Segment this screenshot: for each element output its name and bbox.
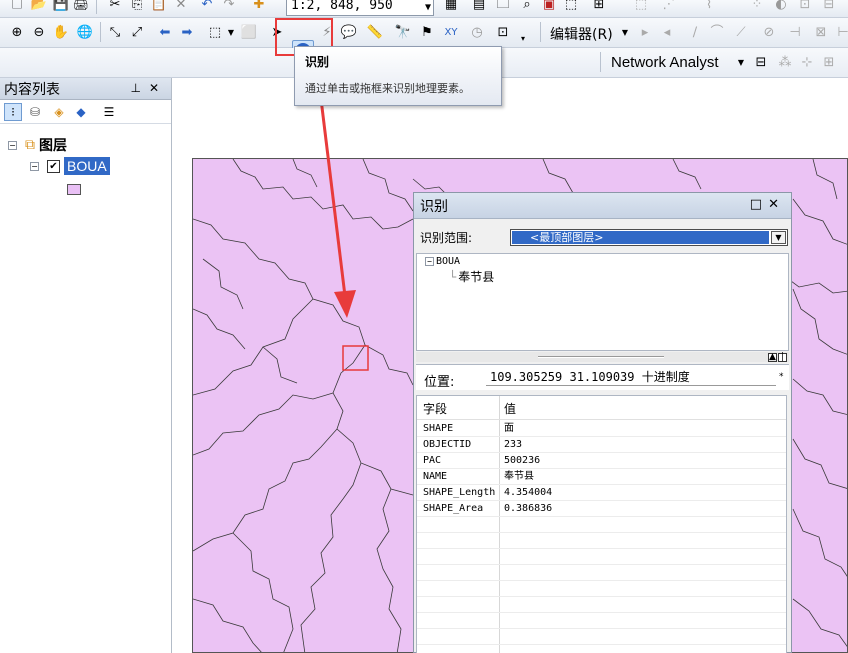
results-layer-row[interactable]: − BOUA [425,256,460,267]
field-name: SHAPE [423,423,454,434]
identify-window: 识别 □✕ 识别范围: <最顶部图层> ▼ − BOUA └ 奉节县 ▲ | 位置… [413,192,792,653]
value-column-header[interactable]: 值 [504,396,516,422]
field-name: NAME [423,471,448,482]
identify-window-titlebar[interactable]: 识别 □✕ [414,193,791,219]
table-row[interactable]: PAC 500236 [417,453,786,469]
field-name: SHAPE_Length [423,487,496,498]
results-layer-name: BOUA [436,256,461,267]
identify-scope-value: <最顶部图层> [512,231,769,244]
results-feature-row[interactable]: └ 奉节县 [449,268,494,285]
collapse-icon[interactable]: − [425,257,434,266]
field-value: 0.386836 [504,503,553,514]
field-value: 面 [504,423,514,434]
empty-row [417,613,786,629]
results-feature-name: 奉节县 [458,270,495,284]
location-label: 位置: [424,375,455,390]
maximize-icon[interactable]: □ [750,197,768,212]
identify-scope-label: 识别范围: [420,231,473,245]
attribute-grid: 字段 值 SHAPE 面 OBJECTID 233 PAC 500236 NAM… [416,395,787,653]
table-row[interactable]: SHAPE_Area 0.386836 [417,501,786,517]
identify-window-controls: □✕ [750,197,785,212]
tooltip-description: 通过单击或拖框来识别地理要素。 [305,82,470,95]
identify-tooltip: 识别 通过单击或拖框来识别地理要素。 [294,46,502,106]
empty-row [417,629,786,645]
empty-row [417,533,786,549]
tooltip-title: 识别 [305,55,330,69]
field-name: SHAPE_Area [423,503,484,514]
field-column-header[interactable]: 字段 [423,396,447,422]
field-value: 233 [504,439,523,450]
grid-header-row: 字段 值 [417,396,786,420]
field-value: 奉节县 [504,471,534,482]
table-row[interactable]: NAME 奉节县 [417,469,786,485]
identify-scope-select[interactable]: <最顶部图层> ▼ [510,229,788,246]
identify-window-title: 识别 [420,198,448,215]
chevron-down-icon[interactable]: ▼ [771,231,786,244]
expand-down-icon[interactable]: | [778,353,787,362]
field-name: PAC [423,455,442,466]
field-value: 4.354004 [504,487,553,498]
table-row[interactable]: OBJECTID 233 [417,437,786,453]
empty-row [417,565,786,581]
empty-row [417,581,786,597]
table-row[interactable]: SHAPE 面 [417,421,786,437]
empty-row [417,549,786,565]
location-options-icon[interactable]: * [779,372,784,382]
location-row: 位置: 109.305259 31.109039 十进制度 [416,364,789,390]
panel-splitter[interactable]: ▲ | [416,352,789,362]
collapse-up-icon[interactable]: ▲ [768,353,777,362]
table-row[interactable]: SHAPE_Length 4.354004 [417,485,786,501]
tree-connector: └ [449,269,457,284]
splitter-buttons: ▲ | [767,352,787,362]
close-icon[interactable]: ✕ [768,197,785,212]
field-value: 500236 [504,455,541,466]
location-value: 109.305259 31.109039 十进制度 [486,369,776,386]
empty-row [417,597,786,613]
splitter-grip [538,356,664,358]
field-name: OBJECTID [423,439,472,450]
identify-results-tree: − BOUA └ 奉节县 [416,253,789,351]
empty-row [417,517,786,533]
